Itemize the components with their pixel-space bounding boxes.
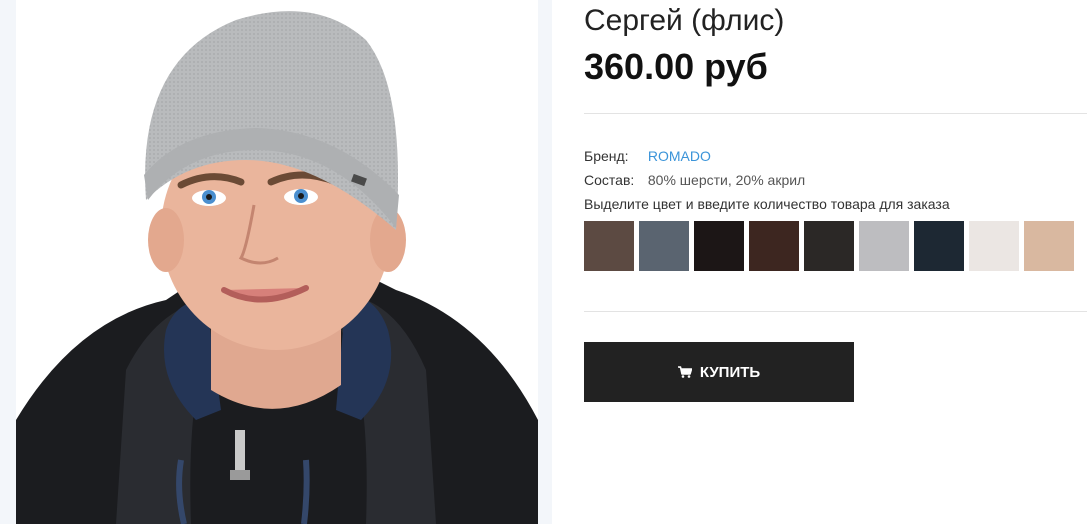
color-swatches	[584, 221, 1074, 271]
color-swatch[interactable]	[749, 221, 799, 271]
color-swatch[interactable]	[1024, 221, 1074, 271]
product-price: 360.00 руб	[584, 46, 768, 87]
cart-icon	[677, 366, 692, 378]
color-swatch[interactable]	[804, 221, 854, 271]
buy-button-label: КУПИТЬ	[699, 363, 761, 381]
composition-value: 80% шерсти, 20% акрил	[647, 172, 806, 188]
brand-link[interactable]: ROMADO	[648, 148, 711, 164]
color-swatch[interactable]	[584, 221, 634, 271]
composition-row: Состав: 80% шерсти, 20% акрил	[584, 172, 805, 188]
product-title: Сергей (флис)	[584, 4, 785, 37]
brand-label: Бренд:	[584, 148, 629, 164]
color-swatch[interactable]	[859, 221, 909, 271]
divider	[584, 113, 1087, 114]
divider	[584, 311, 1087, 312]
buy-button[interactable]: КУПИТЬ	[584, 342, 854, 402]
page-divider-strip	[538, 0, 552, 524]
color-instruction: Выделите цвет и введите количество товар…	[584, 196, 950, 212]
product-image	[16, 11, 538, 524]
color-swatch[interactable]	[694, 221, 744, 271]
color-swatch[interactable]	[639, 221, 689, 271]
color-swatch[interactable]	[969, 221, 1019, 271]
color-swatch[interactable]	[914, 221, 964, 271]
page-left-margin	[0, 0, 16, 524]
brand-row: Бренд: ROMADO	[584, 148, 711, 164]
composition-label: Состав:	[584, 172, 635, 188]
product-photo	[16, 0, 538, 524]
